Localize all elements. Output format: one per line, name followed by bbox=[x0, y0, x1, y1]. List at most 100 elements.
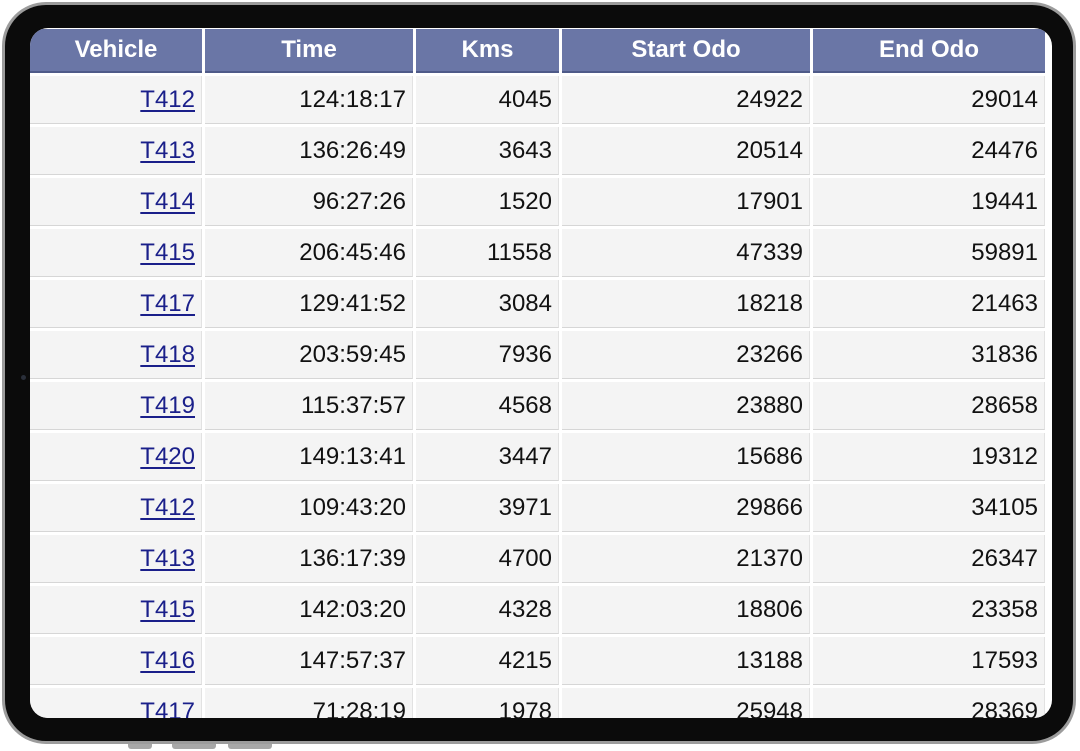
vehicle-link[interactable]: T420 bbox=[140, 443, 195, 470]
end-odo-cell: 31836 bbox=[813, 331, 1045, 379]
end-odo-cell: 34105 bbox=[813, 484, 1045, 532]
table-row: T420 149:13:41 3447 15686 19312 bbox=[30, 433, 1045, 481]
vehicle-cell: T416 bbox=[30, 637, 202, 685]
column-header-vehicle[interactable]: Vehicle bbox=[30, 29, 202, 73]
table-row: T418 203:59:45 7936 23266 31836 bbox=[30, 331, 1045, 379]
kms-cell: 4215 bbox=[416, 637, 559, 685]
table-row: T414 96:27:26 1520 17901 19441 bbox=[30, 178, 1045, 226]
time-cell: 203:59:45 bbox=[205, 331, 413, 379]
hardware-button bbox=[172, 744, 216, 749]
start-odo-cell: 21370 bbox=[562, 535, 810, 583]
end-odo-cell: 59891 bbox=[813, 229, 1045, 277]
vehicle-cell: T420 bbox=[30, 433, 202, 481]
time-cell: 142:03:20 bbox=[205, 586, 413, 634]
vehicle-link[interactable]: T416 bbox=[140, 647, 195, 674]
start-odo-cell: 47339 bbox=[562, 229, 810, 277]
start-odo-cell: 17901 bbox=[562, 178, 810, 226]
column-header-time[interactable]: Time bbox=[205, 29, 413, 73]
start-odo-cell: 29866 bbox=[562, 484, 810, 532]
tablet-buttons bbox=[0, 744, 1080, 751]
kms-cell: 4700 bbox=[416, 535, 559, 583]
end-odo-cell: 23358 bbox=[813, 586, 1045, 634]
vehicle-link[interactable]: T415 bbox=[140, 596, 195, 623]
column-header-start-odo[interactable]: Start Odo bbox=[562, 29, 810, 73]
table-row: T415 142:03:20 4328 18806 23358 bbox=[30, 586, 1045, 634]
time-cell: 136:17:39 bbox=[205, 535, 413, 583]
kms-cell: 11558 bbox=[416, 229, 559, 277]
table-row: T412 124:18:17 4045 24922 29014 bbox=[30, 76, 1045, 124]
time-cell: 206:45:46 bbox=[205, 229, 413, 277]
vehicle-link[interactable]: T413 bbox=[140, 545, 195, 572]
kms-cell: 3971 bbox=[416, 484, 559, 532]
time-cell: 96:27:26 bbox=[205, 178, 413, 226]
vehicle-link[interactable]: T415 bbox=[140, 239, 195, 266]
column-header-end-odo[interactable]: End Odo bbox=[813, 29, 1045, 73]
vehicle-cell: T417 bbox=[30, 280, 202, 328]
vehicle-cell: T413 bbox=[30, 535, 202, 583]
start-odo-cell: 18806 bbox=[562, 586, 810, 634]
vehicle-cell: T412 bbox=[30, 76, 202, 124]
camera-icon bbox=[21, 375, 26, 380]
vehicle-cell: T414 bbox=[30, 178, 202, 226]
end-odo-cell: 28369 bbox=[813, 688, 1045, 718]
time-cell: 115:37:57 bbox=[205, 382, 413, 430]
table-row: T417 71:28:19 1978 25948 28369 bbox=[30, 688, 1045, 718]
start-odo-cell: 15686 bbox=[562, 433, 810, 481]
table-header-row: Vehicle Time Kms Start Odo End Odo bbox=[30, 29, 1045, 73]
end-odo-cell: 26347 bbox=[813, 535, 1045, 583]
hardware-button bbox=[228, 744, 272, 749]
kms-cell: 1520 bbox=[416, 178, 559, 226]
screen: Vehicle Time Kms Start Odo End Odo T412 … bbox=[30, 28, 1052, 718]
start-odo-cell: 25948 bbox=[562, 688, 810, 718]
start-odo-cell: 13188 bbox=[562, 637, 810, 685]
vehicle-cell: T415 bbox=[30, 229, 202, 277]
vehicle-cell: T417 bbox=[30, 688, 202, 718]
vehicle-cell: T418 bbox=[30, 331, 202, 379]
start-odo-cell: 24922 bbox=[562, 76, 810, 124]
vehicle-link[interactable]: T418 bbox=[140, 341, 195, 368]
kms-cell: 4045 bbox=[416, 76, 559, 124]
vehicle-cell: T412 bbox=[30, 484, 202, 532]
kms-cell: 3643 bbox=[416, 127, 559, 175]
time-cell: 129:41:52 bbox=[205, 280, 413, 328]
kms-cell: 1978 bbox=[416, 688, 559, 718]
column-header-kms[interactable]: Kms bbox=[416, 29, 559, 73]
end-odo-cell: 17593 bbox=[813, 637, 1045, 685]
end-odo-cell: 19312 bbox=[813, 433, 1045, 481]
vehicle-link[interactable]: T417 bbox=[140, 698, 195, 719]
table-row: T415 206:45:46 11558 47339 59891 bbox=[30, 229, 1045, 277]
vehicle-link[interactable]: T413 bbox=[140, 137, 195, 164]
vehicle-link[interactable]: T412 bbox=[140, 86, 195, 113]
time-cell: 71:28:19 bbox=[205, 688, 413, 718]
table-row: T419 115:37:57 4568 23880 28658 bbox=[30, 382, 1045, 430]
kms-cell: 4328 bbox=[416, 586, 559, 634]
time-cell: 149:13:41 bbox=[205, 433, 413, 481]
table-row: T413 136:26:49 3643 20514 24476 bbox=[30, 127, 1045, 175]
vehicle-link[interactable]: T419 bbox=[140, 392, 195, 419]
vehicle-report-table: Vehicle Time Kms Start Odo End Odo T412 … bbox=[30, 28, 1048, 718]
vehicle-link[interactable]: T417 bbox=[140, 290, 195, 317]
table-row: T412 109:43:20 3971 29866 34105 bbox=[30, 484, 1045, 532]
kms-cell: 3084 bbox=[416, 280, 559, 328]
vehicle-link[interactable]: T414 bbox=[140, 188, 195, 215]
time-cell: 109:43:20 bbox=[205, 484, 413, 532]
hardware-button bbox=[128, 744, 152, 749]
vehicle-cell: T413 bbox=[30, 127, 202, 175]
table-row: T416 147:57:37 4215 13188 17593 bbox=[30, 637, 1045, 685]
table-row: T413 136:17:39 4700 21370 26347 bbox=[30, 535, 1045, 583]
start-odo-cell: 18218 bbox=[562, 280, 810, 328]
end-odo-cell: 29014 bbox=[813, 76, 1045, 124]
end-odo-cell: 28658 bbox=[813, 382, 1045, 430]
vehicle-cell: T419 bbox=[30, 382, 202, 430]
end-odo-cell: 24476 bbox=[813, 127, 1045, 175]
time-cell: 147:57:37 bbox=[205, 637, 413, 685]
time-cell: 124:18:17 bbox=[205, 76, 413, 124]
vehicle-cell: T415 bbox=[30, 586, 202, 634]
kms-cell: 4568 bbox=[416, 382, 559, 430]
end-odo-cell: 21463 bbox=[813, 280, 1045, 328]
time-cell: 136:26:49 bbox=[205, 127, 413, 175]
table-row: T417 129:41:52 3084 18218 21463 bbox=[30, 280, 1045, 328]
end-odo-cell: 19441 bbox=[813, 178, 1045, 226]
start-odo-cell: 20514 bbox=[562, 127, 810, 175]
vehicle-link[interactable]: T412 bbox=[140, 494, 195, 521]
